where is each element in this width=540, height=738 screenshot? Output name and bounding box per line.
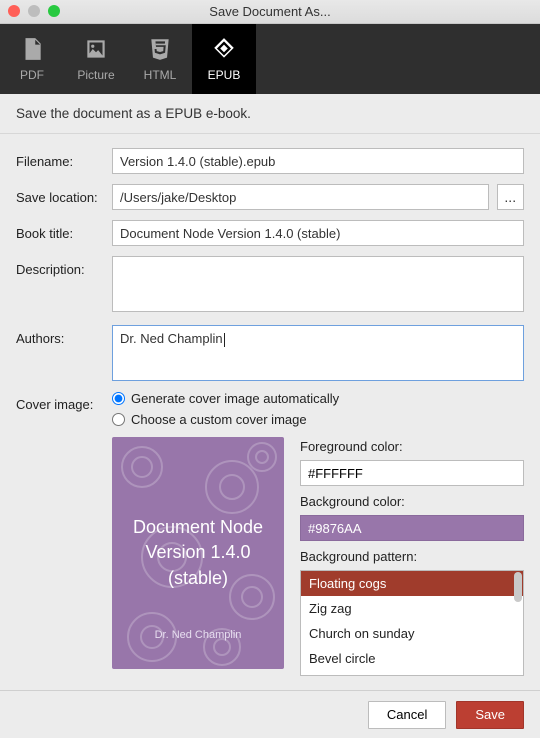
book-title-input[interactable] (112, 220, 524, 246)
tab-picture[interactable]: Picture (64, 24, 128, 94)
pattern-item-zig-zag[interactable]: Zig zag (301, 596, 523, 621)
dialog-footer: Cancel Save (0, 690, 540, 738)
pattern-item-floating-cogs[interactable]: Floating cogs (301, 571, 523, 596)
window-title: Save Document As... (209, 4, 330, 19)
picture-icon (83, 36, 109, 62)
window-controls (8, 5, 60, 17)
tab-epub-label: EPUB (208, 68, 241, 82)
pdf-icon (19, 36, 45, 62)
description-label: Description: (16, 256, 112, 277)
tab-html[interactable]: HTML (128, 24, 192, 94)
radio-auto-cover[interactable]: Generate cover image automatically (112, 391, 524, 406)
radio-auto-input[interactable] (112, 392, 125, 405)
cover-preview: Document Node Version 1.4.0 (stable) Dr.… (112, 437, 284, 669)
radio-auto-label: Generate cover image automatically (131, 391, 339, 406)
text-caret (224, 333, 225, 347)
authors-label: Authors: (16, 325, 112, 346)
scrollbar-thumb[interactable] (514, 572, 522, 602)
format-tabbar: PDF Picture HTML EPUB (0, 24, 540, 94)
titlebar: Save Document As... (0, 0, 540, 24)
radio-custom-input[interactable] (112, 413, 125, 426)
tab-html-label: HTML (144, 68, 177, 82)
zoom-icon[interactable] (48, 5, 60, 17)
save-location-input[interactable] (112, 184, 489, 210)
tab-pdf-label: PDF (20, 68, 44, 82)
authors-textarea[interactable]: Dr. Ned Champlin (112, 325, 524, 381)
html-icon (147, 36, 173, 62)
background-color-input[interactable] (300, 515, 524, 541)
save-location-label: Save location: (16, 184, 112, 205)
cancel-button[interactable]: Cancel (368, 701, 446, 729)
book-title-label: Book title: (16, 220, 112, 241)
cover-image-label: Cover image: (16, 391, 112, 412)
filename-input[interactable] (112, 148, 524, 174)
tab-epub[interactable]: EPUB (192, 24, 256, 94)
description-textarea[interactable] (112, 256, 524, 312)
minimize-icon[interactable] (28, 5, 40, 17)
epub-icon (211, 36, 237, 62)
pattern-item-bevel[interactable]: Bevel circle (301, 646, 523, 671)
save-button[interactable]: Save (456, 701, 524, 729)
foreground-label: Foreground color: (300, 439, 524, 454)
format-description: Save the document as a EPUB e-book. (0, 94, 540, 134)
pattern-listbox[interactable]: Floating cogs Zig zag Church on sunday B… (300, 570, 524, 676)
filename-label: Filename: (16, 148, 112, 169)
browse-button[interactable]: ... (497, 184, 524, 210)
close-icon[interactable] (8, 5, 20, 17)
pattern-label: Background pattern: (300, 549, 524, 564)
foreground-color-input[interactable] (300, 460, 524, 486)
radio-custom-label: Choose a custom cover image (131, 412, 307, 427)
tab-pdf[interactable]: PDF (0, 24, 64, 94)
tab-picture-label: Picture (77, 68, 114, 82)
cover-author: Dr. Ned Champlin (155, 629, 242, 641)
pattern-item-church[interactable]: Church on sunday (301, 621, 523, 646)
authors-value: Dr. Ned Champlin (120, 331, 223, 346)
background-label: Background color: (300, 494, 524, 509)
radio-custom-cover[interactable]: Choose a custom cover image (112, 412, 524, 427)
form-area: Filename: Save location: ... Book title:… (0, 134, 540, 676)
